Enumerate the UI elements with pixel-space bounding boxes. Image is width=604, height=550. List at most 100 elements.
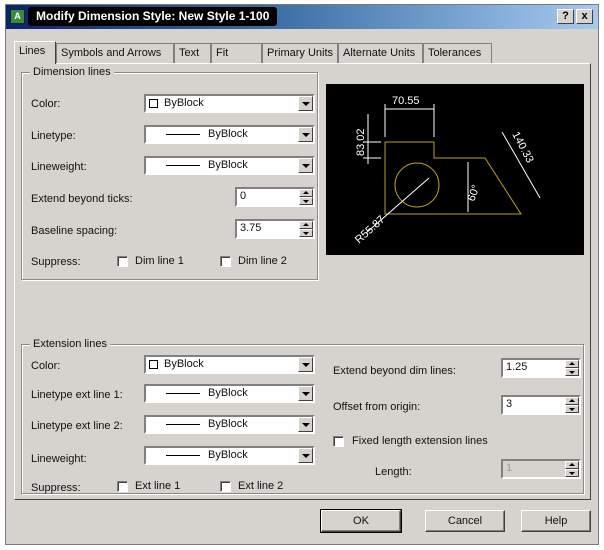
length-value: 1 — [506, 462, 513, 474]
dim-radius-text: R55.87 — [353, 214, 387, 247]
linetype-ext-line-2-label: Linetype ext line 2: — [31, 420, 123, 432]
dim-color-label: Color: — [31, 98, 61, 110]
extend-beyond-dim-lines-value: 1.25 — [506, 361, 528, 373]
dim-linetype-value: ByBlock — [208, 128, 248, 140]
spin-up-icon[interactable] — [565, 461, 579, 469]
tab-lines[interactable]: Lines — [14, 41, 56, 64]
chevron-down-icon[interactable] — [298, 96, 313, 111]
title-bar[interactable]: A Modify Dimension Style: New Style 1-10… — [6, 5, 598, 29]
dim-line-1-checkbox[interactable] — [117, 256, 128, 267]
spin-down-icon[interactable] — [299, 197, 313, 205]
dim-suppress-label: Suppress: — [31, 256, 81, 268]
extend-beyond-ticks-input[interactable]: 0 — [235, 187, 315, 207]
ext-line-2-label[interactable]: Ext line 2 — [238, 480, 283, 492]
ext-suppress-label: Suppress: — [31, 482, 81, 494]
offset-from-origin-value: 3 — [506, 398, 513, 410]
dialog: A Modify Dimension Style: New Style 1-10… — [5, 4, 599, 545]
tab-text[interactable]: Text — [174, 43, 211, 63]
help-button[interactable]: Help — [521, 510, 591, 532]
cancel-button[interactable]: Cancel — [425, 510, 505, 532]
tab-alternate-units[interactable]: Alternate Units — [338, 43, 423, 63]
line-sample-icon — [166, 455, 200, 456]
ok-button[interactable]: OK — [320, 509, 402, 533]
chevron-down-icon[interactable] — [298, 357, 313, 372]
linetype-ext-line-2-dropdown[interactable]: ByBlock — [144, 415, 315, 434]
spin-down-icon[interactable] — [565, 405, 579, 413]
color-swatch-icon — [149, 99, 158, 108]
linetype-ext-line-1-value: ByBlock — [208, 387, 248, 399]
dim-lineweight-dropdown[interactable]: ByBlock — [144, 156, 315, 175]
extend-beyond-ticks-value: 0 — [240, 190, 247, 202]
dim-lineweight-value: ByBlock — [208, 159, 248, 171]
fixed-length-checkbox[interactable] — [333, 436, 344, 447]
spin-up-icon[interactable] — [299, 221, 313, 229]
dim-lineweight-label: Lineweight: — [31, 161, 87, 173]
spin-down-icon[interactable] — [565, 469, 579, 477]
baseline-spacing-label: Baseline spacing: — [31, 225, 118, 237]
extend-beyond-ticks-label: Extend beyond ticks: — [31, 193, 133, 205]
preview-drawing: 70.55 83.02 140.33 60° R55.87 — [353, 95, 541, 247]
dim-line-2-checkbox[interactable] — [220, 256, 231, 267]
ext-color-label: Color: — [31, 360, 61, 372]
spin-up-icon[interactable] — [565, 397, 579, 405]
line-sample-icon — [166, 393, 200, 394]
ext-color-dropdown[interactable]: ByBlock — [144, 355, 315, 374]
extend-beyond-dim-lines-label: Extend beyond dim lines: — [333, 365, 456, 377]
dim-linetype-dropdown[interactable]: ByBlock — [144, 125, 315, 144]
dim-color-value: ByBlock — [164, 97, 204, 109]
dim-color-dropdown[interactable]: ByBlock — [144, 94, 315, 113]
ext-line-2-checkbox[interactable] — [220, 481, 231, 492]
spin-up-icon[interactable] — [565, 360, 579, 368]
help-title-button[interactable]: ? — [557, 9, 574, 24]
dim-line-1-label[interactable]: Dim line 1 — [135, 255, 184, 267]
dim-top-text: 70.55 — [392, 95, 420, 107]
linetype-ext-line-2-value: ByBlock — [208, 418, 248, 430]
baseline-spacing-value: 3.75 — [240, 222, 262, 234]
length-label: Length: — [375, 466, 412, 478]
ext-lineweight-value: ByBlock — [208, 449, 248, 461]
extension-lines-legend: Extension lines — [30, 338, 110, 350]
chevron-down-icon[interactable] — [298, 448, 313, 463]
tab-symbols-and-arrows[interactable]: Symbols and Arrows — [56, 43, 174, 63]
tab-tolerances[interactable]: Tolerances — [423, 43, 492, 63]
linetype-ext-line-1-label: Linetype ext line 1: — [31, 389, 123, 401]
chevron-down-icon[interactable] — [298, 127, 313, 142]
ext-color-value: ByBlock — [164, 358, 204, 370]
chevron-down-icon[interactable] — [298, 158, 313, 173]
offset-from-origin-label: Offset from origin: — [333, 401, 421, 413]
tab-primary-units[interactable]: Primary Units — [262, 43, 338, 63]
baseline-spacing-input[interactable]: 3.75 — [235, 219, 315, 239]
spin-up-icon[interactable] — [299, 189, 313, 197]
offset-from-origin-input[interactable]: 3 — [501, 395, 581, 415]
dimension-lines-group: Dimension lines Color: ByBlock Linetype:… — [21, 66, 318, 280]
line-sample-icon — [166, 424, 200, 425]
dim-linetype-label: Linetype: — [31, 130, 76, 142]
part-hole — [394, 162, 440, 208]
chevron-down-icon[interactable] — [298, 417, 313, 432]
length-input[interactable]: 1 — [501, 459, 581, 479]
line-sample-icon — [166, 165, 200, 166]
ext-line-1-label[interactable]: Ext line 1 — [135, 480, 180, 492]
spin-down-icon[interactable] — [299, 229, 313, 237]
fixed-length-label[interactable]: Fixed length extension lines — [352, 435, 488, 447]
close-title-button[interactable]: x — [576, 9, 593, 24]
dimension-preview: 70.55 83.02 140.33 60° R55.87 — [326, 84, 584, 255]
extend-beyond-dim-lines-input[interactable]: 1.25 — [501, 358, 581, 378]
extension-lines-group: Extension lines Color: ByBlock Linetype … — [21, 338, 584, 494]
dimension-lines-legend: Dimension lines — [30, 66, 114, 78]
line-sample-icon — [166, 134, 200, 135]
lines-tab-panel: Dimension lines Color: ByBlock Linetype:… — [14, 63, 591, 500]
dim-right-text: 140.33 — [509, 130, 535, 165]
dim-left-text: 83.02 — [355, 128, 367, 156]
tab-fit[interactable]: Fit — [211, 43, 262, 63]
ext-line-1-checkbox[interactable] — [117, 481, 128, 492]
ext-lineweight-dropdown[interactable]: ByBlock — [144, 446, 315, 465]
chevron-down-icon[interactable] — [298, 386, 313, 401]
ext-lineweight-label: Lineweight: — [31, 453, 87, 465]
autocad-app-icon: A — [10, 9, 25, 24]
color-swatch-icon — [149, 360, 158, 369]
linetype-ext-line-1-dropdown[interactable]: ByBlock — [144, 384, 315, 403]
window-title: Modify Dimension Style: New Style 1-100 — [28, 7, 278, 26]
dim-line-2-label[interactable]: Dim line 2 — [238, 255, 287, 267]
spin-down-icon[interactable] — [565, 368, 579, 376]
